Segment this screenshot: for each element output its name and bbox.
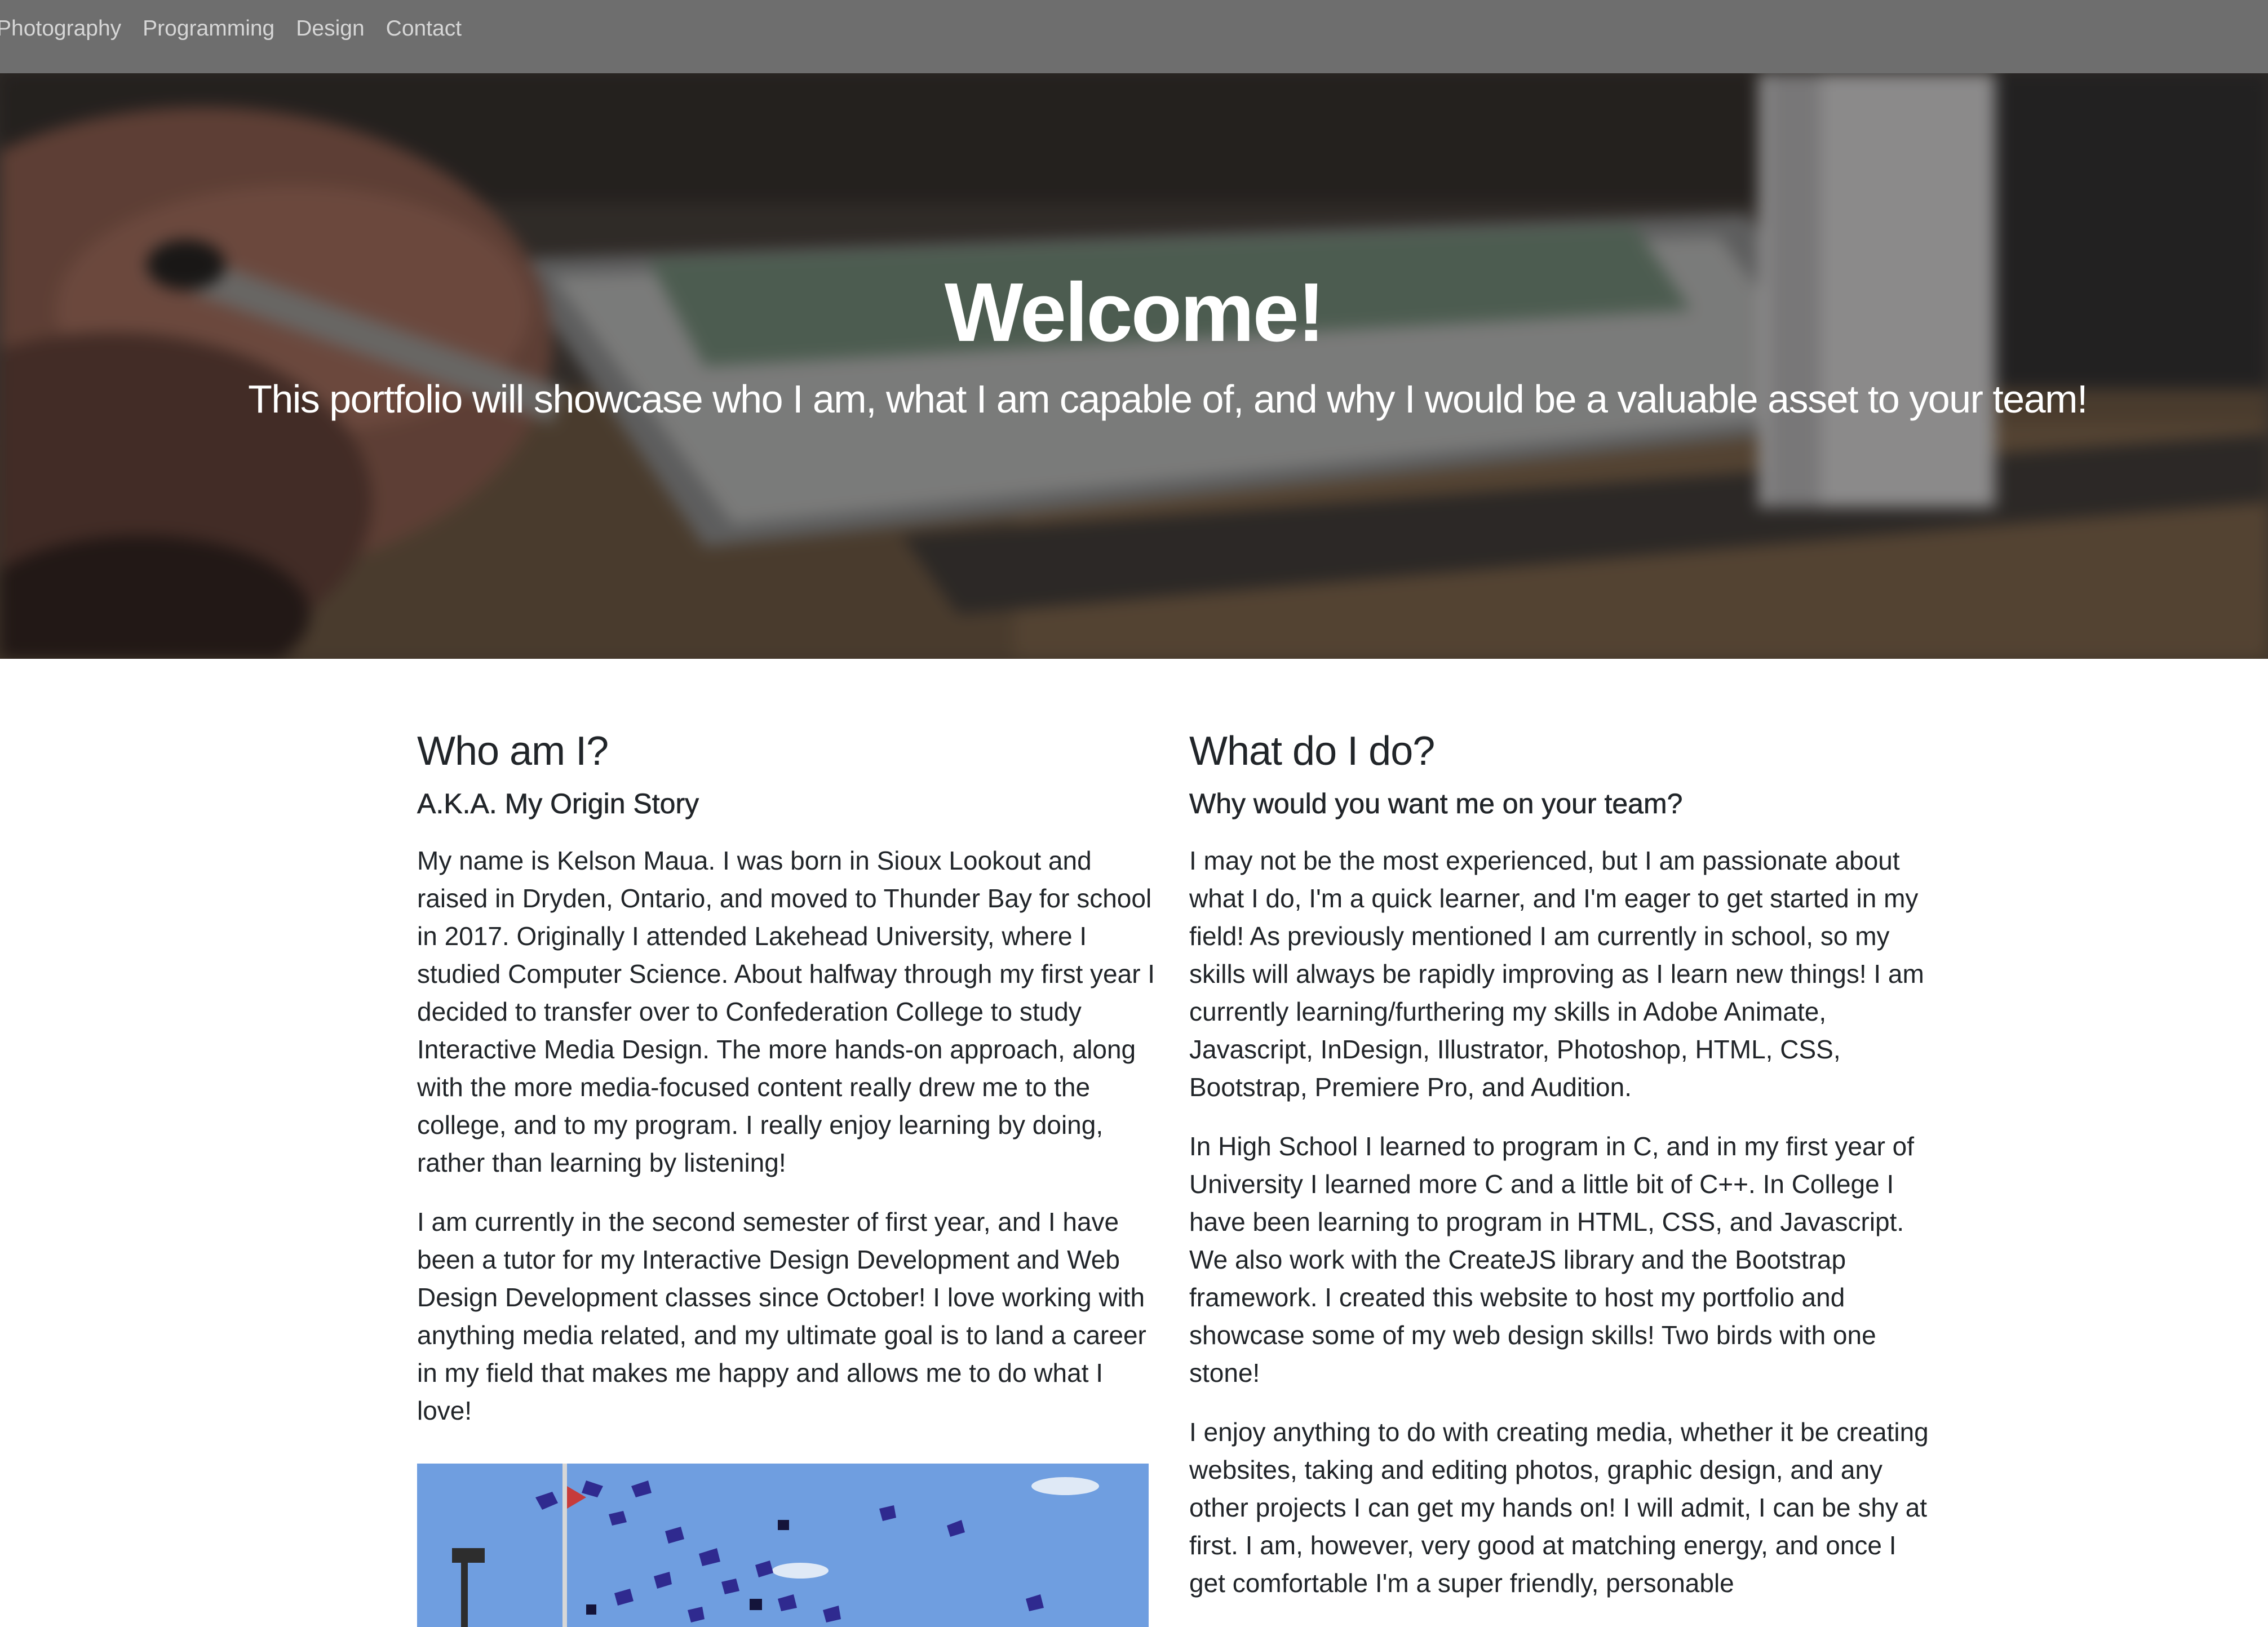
hero-banner: Welcome! This portfolio will showcase wh…: [0, 73, 2268, 659]
skills-heading: What do I do?: [1189, 729, 1435, 774]
skills-paragraph-2: In High School I learned to program in C…: [1189, 1132, 1915, 1388]
skills-subheading: Why would you want me on your team?: [1189, 788, 1683, 820]
nav-link-photography[interactable]: Photography: [0, 16, 121, 41]
skills-paragraph-3: I enjoy anything to do with creating med…: [1189, 1417, 1929, 1598]
about-paragraph-2: I am currently in the second semester of…: [417, 1207, 1146, 1426]
navbar: Photography Programming Design Contact: [0, 0, 2268, 73]
nav-link-programming[interactable]: Programming: [143, 16, 274, 41]
graduation-caps-image: [417, 1464, 1149, 1627]
hero-overlay: [0, 73, 2268, 659]
skills-paragraph-1: I may not be the most experienced, but I…: [1189, 846, 1924, 1102]
skills-column: What do I do? Why would you want me on y…: [1189, 727, 1933, 1602]
hero-title: Welcome!: [944, 266, 1325, 359]
about-heading: Who am I?: [417, 729, 609, 774]
about-paragraph-1: My name is Kelson Maua. I was born in Si…: [417, 846, 1155, 1178]
about-column: Who am I? A.K.A. My Origin Story My name…: [417, 727, 1155, 1430]
graduation-photo: [417, 1464, 1149, 1627]
nav-link-design[interactable]: Design: [296, 16, 364, 41]
nav-links: Photography Programming Design Contact: [0, 0, 462, 57]
nav-link-contact[interactable]: Contact: [386, 16, 462, 41]
about-subheading: A.K.A. My Origin Story: [417, 788, 699, 820]
hero-subtitle: This portfolio will showcase who I am, w…: [248, 377, 2088, 421]
